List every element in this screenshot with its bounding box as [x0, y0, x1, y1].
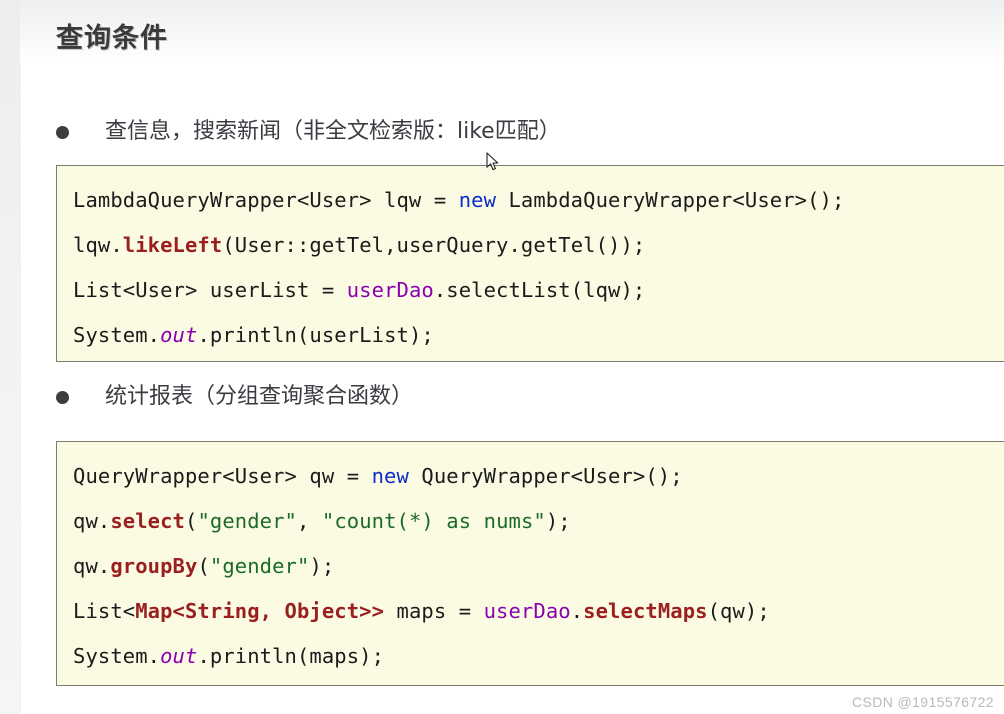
slide-page: 查询条件 查信息，搜索新闻（非全文检索版：like匹配） LambdaQuery…: [20, 0, 1004, 714]
code-line: QueryWrapper<User> qw = new QueryWrapper…: [73, 454, 993, 499]
code-token: System.: [73, 323, 161, 347]
code-token: System.: [73, 644, 161, 668]
bullet-label-1: 查信息，搜索新闻（非全文检索版：like匹配）: [105, 119, 561, 144]
bullet-label-2: 统计报表（分组查询聚合函数）: [105, 384, 414, 409]
bullet-item-1: 查信息，搜索新闻（非全文检索版：like匹配）: [56, 119, 561, 144]
bullet-item-2: 统计报表（分组查询聚合函数）: [56, 384, 414, 409]
code-token: );: [545, 509, 571, 533]
code-line: qw.select("gender", "count(*) as nums");: [73, 499, 993, 544]
code-token: selectMaps: [583, 599, 708, 623]
bullet-dot-icon: [56, 390, 69, 404]
code-token: out: [160, 323, 198, 347]
code-token: (: [197, 554, 210, 578]
code-token: lqw.: [73, 233, 123, 257]
code-line: System.out.println(userList);: [73, 313, 993, 358]
code-line: List<User> userList = userDao.selectList…: [73, 268, 993, 313]
code-token: maps =: [384, 599, 484, 623]
code-token: userDao: [483, 599, 571, 623]
code-token: .selectList(lqw);: [433, 278, 646, 302]
code-token: Map<String, Object>>: [135, 599, 385, 623]
code-line: lqw.likeLeft(User::getTel,userQuery.getT…: [73, 223, 993, 268]
code-token: QueryWrapper<User>();: [408, 464, 683, 488]
code-token: "gender": [209, 554, 310, 578]
code-token: .: [570, 599, 584, 623]
code-token: out: [160, 644, 198, 668]
code-token: "gender": [197, 509, 297, 533]
code-token: LambdaQueryWrapper<User>();: [496, 188, 845, 212]
code-token: .println(maps);: [197, 644, 385, 668]
code-token: );: [309, 554, 335, 578]
code-token: .println(userList);: [197, 323, 434, 347]
code-token: (qw);: [707, 599, 770, 623]
code-token: List<: [73, 599, 136, 623]
code-token: groupBy: [110, 554, 198, 578]
code-token: new: [371, 464, 409, 488]
csdn-watermark: CSDN @1915576722: [851, 694, 994, 710]
code-token: "count(*) as nums": [321, 509, 546, 533]
code-token: select: [110, 509, 185, 533]
code-token: ,: [296, 509, 322, 533]
code-token: qw.: [73, 509, 111, 533]
code-token: QueryWrapper<User> qw =: [73, 464, 372, 488]
code-line: List<Map<String, Object>> maps = userDao…: [73, 589, 993, 634]
bullet-dot-icon: [56, 125, 69, 139]
code-token: userDao: [346, 278, 434, 302]
code-token: likeLeft: [122, 233, 223, 257]
code-token: new: [458, 188, 497, 212]
code-token: List<User> userList =: [73, 278, 347, 302]
code-token: LambdaQueryWrapper<User> lqw =: [73, 188, 459, 212]
code-block-2: QueryWrapper<User> qw = new QueryWrapper…: [56, 441, 1004, 686]
code-line: qw.groupBy("gender");: [73, 544, 993, 589]
code-block-1: LambdaQueryWrapper<User> lqw = new Lambd…: [56, 165, 1004, 362]
code-token: (User::getTel,userQuery.getTel());: [222, 233, 646, 257]
code-line: LambdaQueryWrapper<User> lqw = new Lambd…: [73, 178, 993, 223]
code-line: System.out.println(maps);: [73, 634, 993, 679]
left-page-strip: [0, 0, 21, 714]
code-token: qw.: [73, 554, 111, 578]
page-title: 查询条件: [56, 23, 168, 54]
code-token: (: [184, 509, 198, 533]
